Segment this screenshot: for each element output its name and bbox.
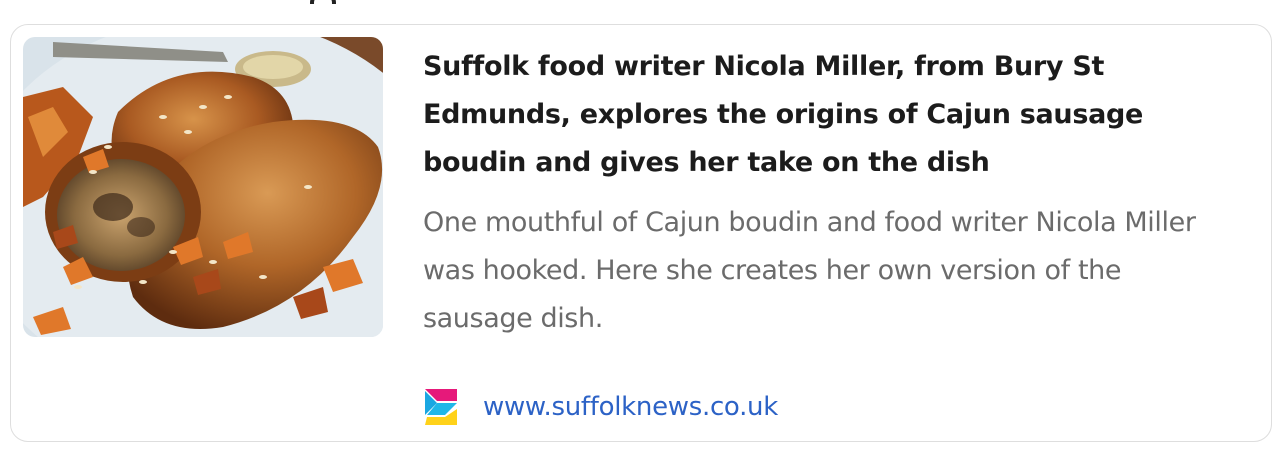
suffolk-news-logo-icon [423, 387, 459, 427]
source-link[interactable]: www.suffolknews.co.uk [423, 385, 778, 429]
preview-headline[interactable]: Suffolk food writer Nicola Miller, from … [423, 43, 1223, 187]
preview-summary: One mouthful of Cajun boudin and food wr… [423, 207, 1196, 334]
sausage-roll-photo [23, 37, 383, 337]
preview-image[interactable] [23, 37, 383, 337]
source-url-link[interactable]: www.suffolknews.co.uk [483, 392, 778, 422]
link-preview-card[interactable]: Suffolk food writer Nicola Miller, from … [10, 24, 1272, 442]
link-preview-page: Suffolk food writer Nicola Miller, from … [0, 0, 1288, 456]
cropped-glyph [310, 0, 336, 4]
cropped-text-fragment [300, 0, 380, 4]
